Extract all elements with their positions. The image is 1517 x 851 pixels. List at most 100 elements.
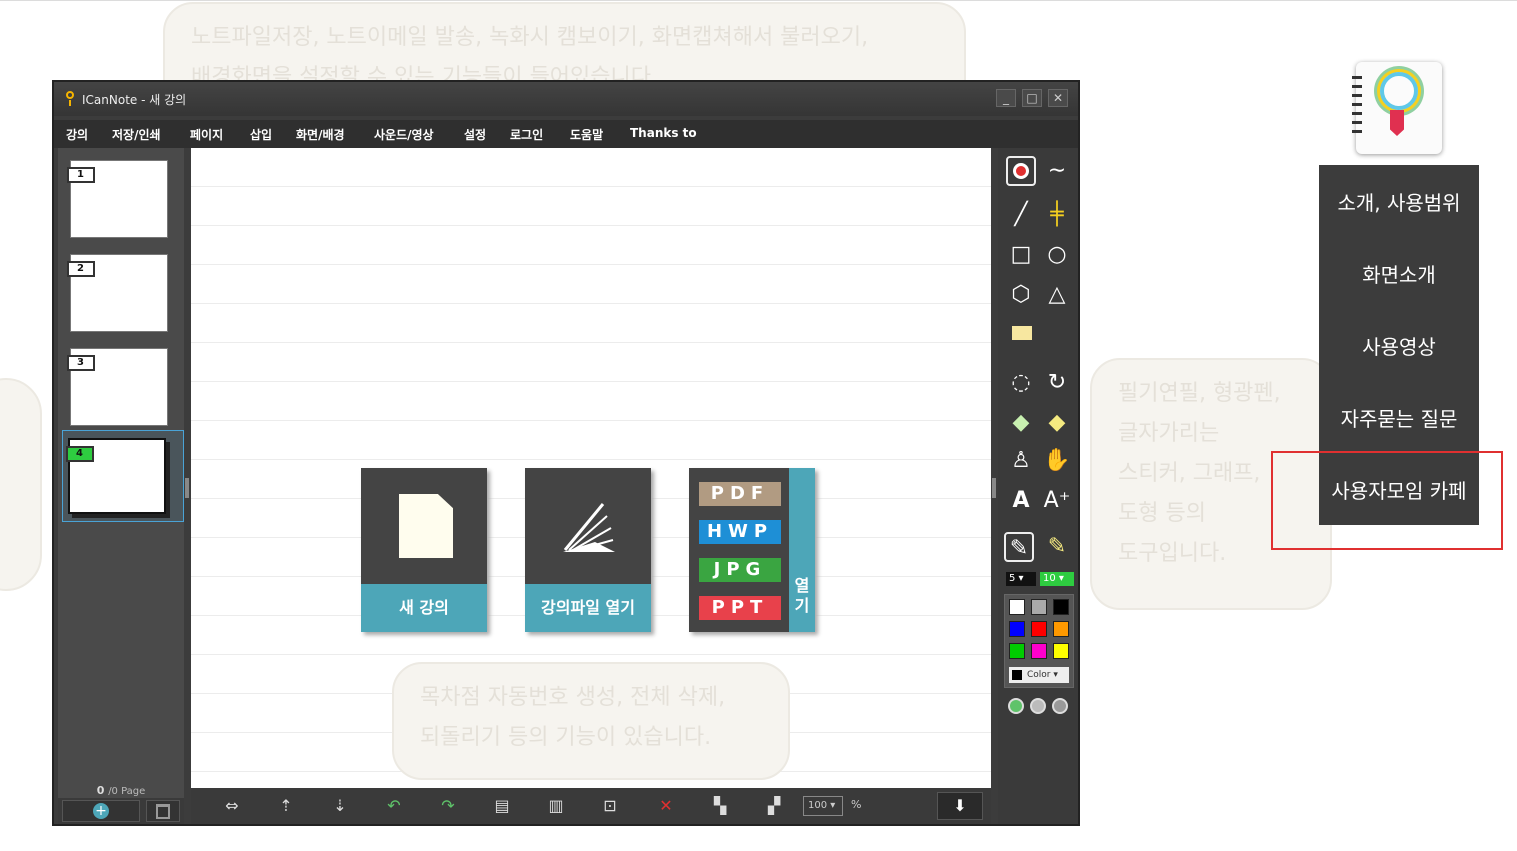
page-sidebar: 1 2 3 4 0 /0 Page + [58, 148, 184, 824]
menu-item-usage-video[interactable]: 사용영상 [1319, 331, 1479, 360]
new-lecture-button[interactable]: 새 강의 [361, 468, 487, 632]
open-file-types-button[interactable]: PDF HWP JPG PPT 열기 [689, 468, 815, 632]
sidebar-splitter[interactable] [185, 478, 189, 498]
delete-all-icon[interactable]: ✕ [653, 796, 679, 816]
lasso-icon[interactable]: ◌ [1006, 368, 1036, 398]
current-page: 0 [96, 784, 105, 797]
highlighter-eraser-icon[interactable]: ◆ [1042, 408, 1072, 438]
menu-lecture[interactable]: 강의 [66, 126, 88, 143]
color-swatch[interactable] [1031, 621, 1047, 637]
menu-help[interactable]: 도움말 [570, 126, 603, 143]
rectangle-icon[interactable]: □ [1006, 240, 1036, 270]
sidebar-actions: + [58, 798, 184, 824]
graph-icon[interactable]: ╪ [1042, 200, 1072, 230]
menu-login[interactable]: 로그인 [510, 126, 543, 143]
undo-icon[interactable]: ↶ [381, 796, 407, 816]
numbering-icon[interactable]: ▚ [707, 796, 733, 816]
color-swatch[interactable] [1009, 599, 1025, 615]
zoom-select[interactable]: 100 ▾ [803, 796, 843, 816]
file-type-tag: PDF [699, 482, 781, 506]
zoom-value: 100 [808, 800, 828, 811]
gear-icon[interactable] [1052, 698, 1068, 714]
hexagon-icon[interactable]: ⬡ [1006, 280, 1036, 310]
page-thumbnail[interactable]: 3 [67, 348, 168, 426]
color-swatch[interactable] [1009, 621, 1025, 637]
circle-icon[interactable]: ○ [1042, 240, 1072, 270]
page-thumbnail[interactable]: 1 [67, 160, 168, 238]
new-lecture-label: 새 강의 [361, 584, 487, 632]
text-style-icon[interactable]: A⁺ [1042, 486, 1072, 516]
stamp-icon[interactable]: ♙ [1006, 446, 1036, 476]
color-swatch[interactable] [1009, 643, 1025, 659]
pencil-icon[interactable]: ✎ [1004, 532, 1034, 562]
move-up-icon[interactable]: ⇡ [273, 796, 299, 816]
drawing-toolbar: ∼ ╱ ╪ □ ○ ⬡ △ ◌ ↻ ◆ ◆ ♙ ✋ A A⁺ ✎ ✎ 5 ▾ 1… [998, 148, 1078, 824]
eraser-icon[interactable]: ◆ [1006, 408, 1036, 438]
move-down-icon[interactable]: ⇣ [327, 796, 353, 816]
file-type-tag: JPG [699, 558, 781, 582]
menu-save-print[interactable]: 저장/인쇄 [112, 126, 161, 143]
stop-icon[interactable] [1030, 698, 1046, 714]
bottom-toolbar: ⇔ ⇡ ⇣ ↶ ↷ ▤ ▥ ⊡ ✕ ▚ ▞ 100 ▾ % ⬇ [191, 788, 991, 824]
pen-size-value: 5 [1009, 573, 1016, 584]
color-swatch[interactable] [1053, 621, 1069, 637]
menu-item-screen-intro[interactable]: 화면소개 [1319, 259, 1479, 288]
page-number: 3 [67, 355, 95, 371]
open-lecture-file-button[interactable]: 강의파일 열기 [525, 468, 651, 632]
open-label: 열기 [794, 576, 810, 615]
menu-insert[interactable]: 삽입 [250, 126, 272, 143]
text-icon[interactable]: A [1006, 486, 1036, 516]
menu-item-faq[interactable]: 자주묻는 질문 [1319, 403, 1479, 432]
tooltip-line: 노트파일저장, 노트이메일 발송, 녹화시 캠보이기, 화면캡쳐해서 불러오기, [191, 25, 869, 50]
menu-thanks[interactable]: Thanks to [630, 126, 697, 140]
document-icon [399, 494, 453, 558]
hand-icon[interactable]: ✋ [1042, 446, 1072, 476]
color-picker[interactable]: Color ▾ [1009, 667, 1069, 683]
menu-settings[interactable]: 설정 [464, 126, 486, 143]
color-swatch[interactable] [1053, 643, 1069, 659]
play-icon[interactable] [1008, 698, 1024, 714]
renumber-icon[interactable]: ▞ [761, 796, 787, 816]
menu-item-intro[interactable]: 소개, 사용범위 [1319, 187, 1479, 216]
close-button[interactable]: ✕ [1048, 89, 1068, 107]
copy-page-icon[interactable]: ▤ [489, 796, 515, 816]
plus-circle-icon: + [93, 803, 109, 819]
minimize-button[interactable]: _ [996, 89, 1016, 107]
line-icon[interactable]: ╱ [1006, 200, 1036, 230]
delete-page-button[interactable] [146, 800, 180, 822]
color-swatch[interactable] [1053, 599, 1069, 615]
menu-sound-video[interactable]: 사운드/영상 [374, 126, 434, 143]
page-number: 2 [67, 261, 95, 277]
triangle-icon[interactable]: △ [1042, 280, 1072, 310]
record-icon[interactable] [1006, 156, 1036, 186]
app-logo [1352, 62, 1442, 154]
select-area-icon[interactable]: ⊡ [597, 796, 623, 816]
window-title: ICanNote - 새 강의 [82, 93, 187, 107]
menu-bar: 강의 저장/인쇄 페이지 삽입 화면/배경 사운드/영상 설정 로그인 도움말 … [54, 120, 1078, 148]
curve-icon[interactable]: ∼ [1042, 156, 1072, 186]
scroll-down-button[interactable]: ⬇ [937, 792, 983, 820]
tooltip-bubble-left [0, 378, 42, 591]
title-bar: ICanNote - 새 강의 _ □ ✕ [54, 82, 1078, 116]
pen-size-select[interactable]: 5 ▾ [1006, 572, 1036, 586]
toolbar-splitter[interactable] [992, 478, 996, 498]
add-page-button[interactable]: + [62, 800, 140, 822]
color-swatch[interactable] [1031, 643, 1047, 659]
highlight-box [1271, 451, 1503, 550]
maximize-button[interactable]: □ [1022, 89, 1042, 107]
color-palette: Color ▾ [1004, 594, 1074, 688]
color-swatch[interactable] [1031, 599, 1047, 615]
menu-screen-bg[interactable]: 화면/배경 [296, 126, 345, 143]
sticker-icon[interactable] [1006, 318, 1036, 348]
menu-page[interactable]: 페이지 [190, 126, 223, 143]
fit-width-icon[interactable]: ⇔ [219, 796, 245, 816]
redo-icon[interactable]: ↷ [435, 796, 461, 816]
page-thumbnail[interactable]: 2 [67, 254, 168, 332]
tooltip-line: 목차점 자동번호 생성, 전체 삭제, [420, 685, 726, 710]
highlighter-icon[interactable]: ✎ [1042, 532, 1072, 562]
highlighter-size-select[interactable]: 10 ▾ [1040, 572, 1074, 586]
paste-page-icon[interactable]: ▥ [543, 796, 569, 816]
rotate-icon[interactable]: ↻ [1042, 368, 1072, 398]
page-thumbnail-active[interactable]: 4 [66, 438, 166, 514]
zoom-unit: % [851, 798, 862, 811]
